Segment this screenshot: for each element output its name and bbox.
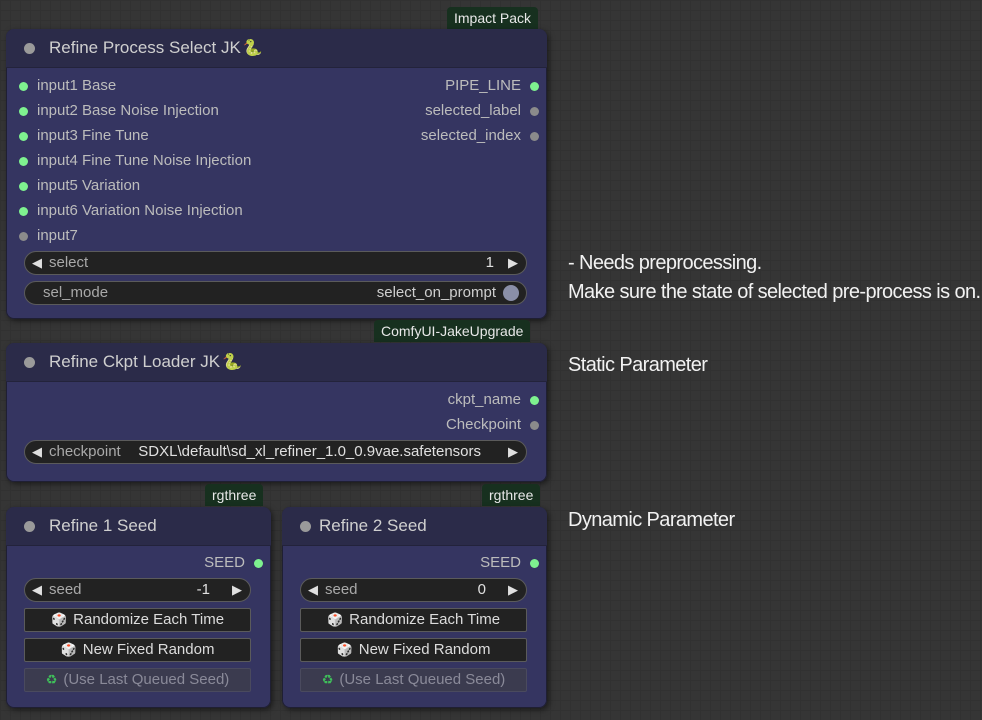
- input-slot-5[interactable]: input5 Variation: [19, 176, 140, 196]
- output-slot-ckpt-name[interactable]: ckpt_name: [448, 390, 539, 410]
- node-title: Refine 2 Seed: [319, 516, 427, 535]
- refine-process-select-node[interactable]: Refine Process Select JK 🐍 input1 Base in…: [6, 29, 547, 319]
- next-arrow-icon[interactable]: ▶: [508, 441, 518, 463]
- increment-arrow-icon[interactable]: ▶: [232, 579, 242, 601]
- checkpoint-combo-widget[interactable]: ◀ checkpoint SDXL\default\sd_xl_refiner_…: [24, 440, 527, 464]
- output-slot-selected-index[interactable]: selected_index: [421, 126, 539, 146]
- recycle-icon: ♻: [45, 672, 58, 687]
- output-slot-seed[interactable]: SEED: [204, 553, 263, 573]
- use-last-queued-seed-button[interactable]: ♻ (Use Last Queued Seed): [300, 668, 527, 692]
- decrement-arrow-icon[interactable]: ◀: [32, 252, 42, 274]
- input-slot-6[interactable]: input6 Variation Noise Injection: [19, 201, 243, 221]
- output-slot-selected-label[interactable]: selected_label: [425, 101, 539, 121]
- node-source-badge: rgthree: [482, 484, 541, 506]
- node-title-bar[interactable]: Refine Ckpt Loader JK 🐍: [6, 343, 547, 382]
- note-preprocess-line-2: Make sure the state of selected pre-proc…: [568, 281, 981, 303]
- note-dynamic-parameter: Dynamic Parameter: [568, 509, 735, 531]
- slot-dot[interactable]: [254, 559, 263, 568]
- collapse-dot[interactable]: [24, 43, 35, 54]
- collapse-dot[interactable]: [24, 357, 35, 368]
- use-last-queued-seed-button[interactable]: ♻ (Use Last Queued Seed): [24, 668, 251, 692]
- toggle-knob-icon[interactable]: [503, 285, 519, 301]
- slot-dot[interactable]: [530, 396, 539, 405]
- output-slot-seed[interactable]: SEED: [480, 553, 539, 573]
- dice-icon: 🎲: [336, 642, 353, 657]
- decrement-arrow-icon[interactable]: ◀: [308, 579, 318, 601]
- slot-dot[interactable]: [19, 107, 28, 116]
- output-slot-pipe-line[interactable]: PIPE_LINE: [445, 76, 539, 96]
- new-fixed-random-button[interactable]: 🎲 New Fixed Random: [300, 638, 527, 662]
- dice-icon: 🎲: [50, 612, 68, 627]
- node-source-badge: ComfyUI-JakeUpgrade: [374, 320, 531, 342]
- decrement-arrow-icon[interactable]: ◀: [32, 579, 42, 601]
- randomize-each-time-button[interactable]: 🎲 Randomize Each Time: [24, 608, 251, 632]
- node-title-bar[interactable]: Refine 2 Seed: [282, 507, 547, 546]
- snake-icon: 🐍: [242, 40, 263, 57]
- note-static-parameter: Static Parameter: [568, 354, 708, 376]
- slot-dot[interactable]: [530, 107, 539, 116]
- recycle-icon: ♻: [321, 672, 334, 687]
- slot-dot[interactable]: [530, 559, 539, 568]
- dice-icon: 🎲: [60, 642, 77, 657]
- randomize-each-time-button[interactable]: 🎲 Randomize Each Time: [300, 608, 527, 632]
- seed-number-widget[interactable]: ◀ seed -1 ▶: [24, 578, 251, 602]
- node-title: Refine 1 Seed: [49, 516, 157, 535]
- increment-arrow-icon[interactable]: ▶: [508, 252, 518, 274]
- refine-1-seed-node[interactable]: Refine 1 Seed SEED ◀ seed -1 ▶ 🎲 Randomiz…: [6, 507, 271, 708]
- input-slot-1[interactable]: input1 Base: [19, 76, 116, 96]
- increment-arrow-icon[interactable]: ▶: [508, 579, 518, 601]
- slot-dot[interactable]: [19, 207, 28, 216]
- refine-2-seed-node[interactable]: Refine 2 Seed SEED ◀ seed 0 ▶ 🎲 Randomize…: [282, 507, 547, 708]
- slot-dot[interactable]: [530, 82, 539, 91]
- slot-dot[interactable]: [530, 421, 539, 430]
- slot-dot[interactable]: [19, 82, 28, 91]
- input-slot-2[interactable]: input2 Base Noise Injection: [19, 101, 219, 121]
- seed-number-widget[interactable]: ◀ seed 0 ▶: [300, 578, 527, 602]
- note-preprocess-line-1: - Needs preprocessing.: [568, 252, 762, 274]
- node-title-bar[interactable]: Refine Process Select JK 🐍: [6, 29, 547, 68]
- collapse-dot[interactable]: [300, 521, 311, 532]
- input-slot-7[interactable]: input7: [19, 226, 78, 246]
- input-slot-4[interactable]: input4 Fine Tune Noise Injection: [19, 151, 251, 171]
- snake-icon: 🐍: [222, 354, 242, 371]
- input-slot-3[interactable]: input3 Fine Tune: [19, 126, 149, 146]
- slot-dot[interactable]: [19, 157, 28, 166]
- node-source-badge: Impact Pack: [447, 7, 539, 29]
- slot-dot[interactable]: [530, 132, 539, 141]
- previous-arrow-icon[interactable]: ◀: [32, 441, 42, 463]
- select-number-widget[interactable]: ◀ select 1 ▶: [24, 251, 527, 275]
- dice-icon: 🎲: [326, 612, 344, 627]
- node-title: Refine Ckpt Loader JK 🐍: [49, 343, 242, 382]
- slot-dot[interactable]: [19, 132, 28, 141]
- slot-dot[interactable]: [19, 232, 28, 241]
- node-source-badge: rgthree: [205, 484, 264, 506]
- collapse-dot[interactable]: [24, 521, 35, 532]
- node-title-bar[interactable]: Refine 1 Seed: [6, 507, 271, 546]
- node-title: Refine Process Select JK 🐍: [49, 29, 263, 68]
- refine-ckpt-loader-node[interactable]: Refine Ckpt Loader JK 🐍 ckpt_name Checkpo…: [6, 343, 547, 482]
- output-slot-checkpoint[interactable]: Checkpoint: [446, 415, 539, 435]
- sel-mode-toggle-widget[interactable]: sel_mode select_on_prompt: [24, 281, 527, 305]
- slot-dot[interactable]: [19, 182, 28, 191]
- new-fixed-random-button[interactable]: 🎲 New Fixed Random: [24, 638, 251, 662]
